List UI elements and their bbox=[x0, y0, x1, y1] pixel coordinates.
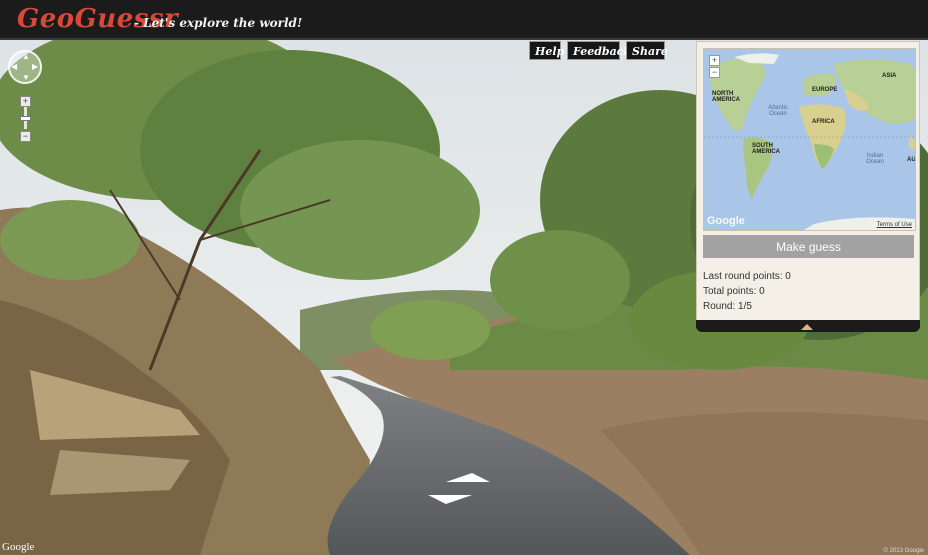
pan-down-icon[interactable]: ▼ bbox=[22, 74, 30, 82]
label-africa: AFRICA bbox=[812, 119, 835, 125]
label-north-america: NORTH AMERICA bbox=[712, 91, 740, 103]
share-button[interactable]: Share bbox=[626, 41, 668, 60]
collapse-panel-icon[interactable] bbox=[801, 324, 813, 330]
zoom-control: + − bbox=[20, 96, 31, 142]
make-guess-button[interactable]: Make guess bbox=[703, 235, 914, 258]
pan-left-icon[interactable]: ◀ bbox=[11, 63, 17, 71]
guess-map[interactable]: + − NORTH AMERICA EUROPE ASIA Atlantic O… bbox=[703, 48, 916, 231]
google-map-logo: Google bbox=[707, 215, 745, 227]
score-stats: Last round points: 0 Total points: 0 Rou… bbox=[703, 269, 791, 314]
guess-panel: + − NORTH AMERICA EUROPE ASIA Atlantic O… bbox=[696, 41, 920, 324]
map-zoom-control: + − bbox=[709, 55, 720, 79]
app-tagline: - Let's explore the world! bbox=[134, 16, 303, 30]
zoom-out-button[interactable]: − bbox=[20, 131, 31, 142]
total-points: Total points: 0 bbox=[703, 286, 765, 297]
label-europe: EUROPE bbox=[812, 87, 838, 93]
label-south-america: SOUTH AMERICA bbox=[752, 143, 780, 155]
label-au: AU bbox=[907, 157, 916, 163]
zoom-in-button[interactable]: + bbox=[20, 96, 31, 107]
move-forward-arrow[interactable] bbox=[445, 473, 495, 482]
label-indian-ocean: Indian Ocean bbox=[866, 153, 884, 165]
move-backward-arrow[interactable] bbox=[423, 495, 473, 504]
last-round-points: Last round points: 0 bbox=[703, 271, 791, 282]
terms-of-use-link[interactable]: Terms of Use bbox=[877, 222, 912, 228]
pan-up-icon[interactable]: ▲ bbox=[22, 53, 30, 61]
label-asia: ASIA bbox=[882, 73, 897, 79]
header: GeoGuessr - Let's explore the world! bbox=[0, 0, 928, 40]
pan-right-icon[interactable]: ▶ bbox=[32, 63, 38, 71]
map-zoom-in-button[interactable]: + bbox=[709, 55, 720, 66]
pan-control[interactable]: ▲ ▼ ◀ ▶ bbox=[8, 50, 42, 84]
feedback-button[interactable]: Feedback bbox=[567, 41, 631, 60]
round-counter: Round: 1/5 bbox=[703, 301, 752, 312]
map-zoom-out-button[interactable]: − bbox=[709, 67, 720, 78]
zoom-slider-handle[interactable] bbox=[20, 116, 31, 121]
help-button[interactable]: Help bbox=[529, 41, 564, 60]
label-atlantic-ocean: Atlantic Ocean bbox=[768, 105, 788, 117]
copyright-text: © 2013 Google bbox=[883, 548, 924, 554]
google-logo: Google bbox=[2, 541, 35, 553]
